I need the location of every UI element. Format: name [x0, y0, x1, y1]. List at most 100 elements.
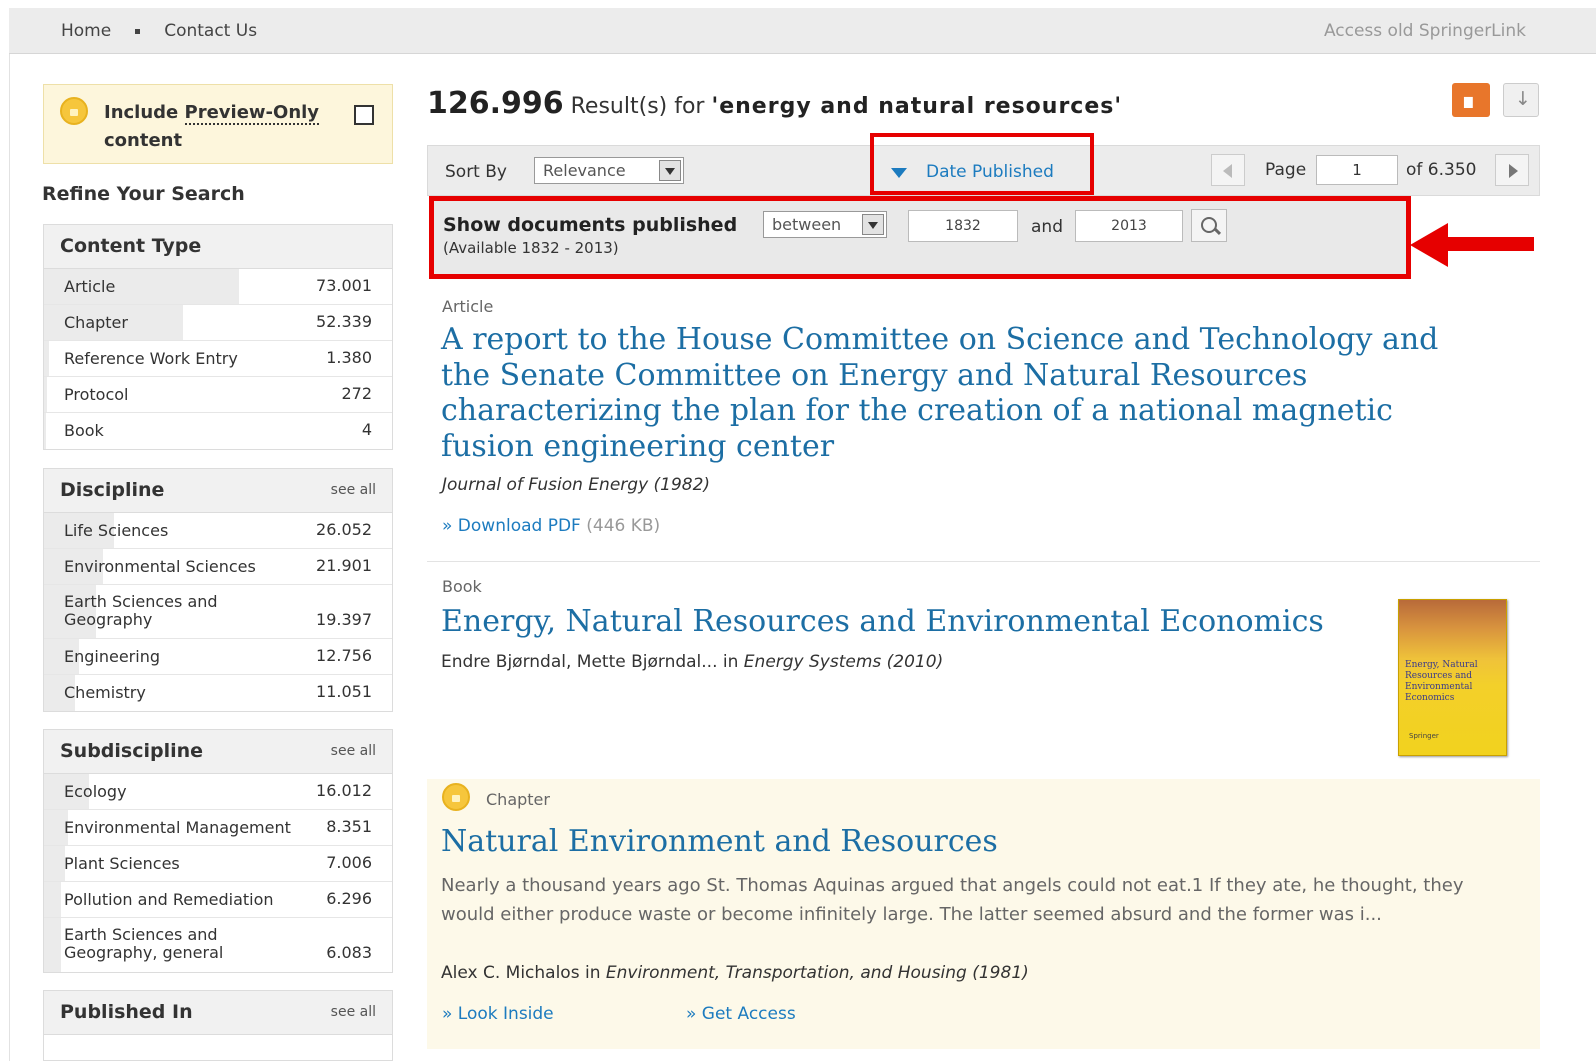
facet-row[interactable]: Plant Sciences 7.006 [44, 846, 392, 882]
refine-search-heading: Refine Your Search [42, 183, 245, 205]
facet-header: Subdiscipline see all [44, 730, 392, 774]
chevron-down-icon [862, 214, 884, 235]
facet-row[interactable]: Article 73.001 [44, 269, 392, 305]
result-type: Book [442, 577, 482, 596]
lock-icon [60, 97, 88, 125]
search-icon[interactable] [1191, 209, 1227, 242]
previous-page-button[interactable] [1211, 154, 1245, 186]
facet-count: 6.296 [326, 889, 372, 908]
facet-row[interactable]: Earth Sciences and Geography 19.397 [44, 585, 392, 639]
facet-label: Reference Work Entry [64, 349, 238, 368]
facet-share-bar [44, 413, 46, 449]
facet-title: Published In [60, 1001, 193, 1023]
result-title-link[interactable]: Natural Environment and Resources [441, 824, 1391, 860]
result-separator [427, 561, 1540, 562]
facet-count: 73.001 [316, 276, 372, 295]
facet-row[interactable]: Engineering 12.756 [44, 639, 392, 675]
chevron-down-icon [659, 160, 681, 181]
start-year-input[interactable]: 1832 [908, 210, 1018, 242]
facet-title: Content Type [60, 235, 202, 257]
facet-rows: Article 73.001 Chapter 52.339 Reference Work… [44, 269, 392, 449]
facet-label: Article [64, 277, 116, 296]
next-page-button[interactable] [1495, 154, 1529, 186]
annotation-arrow [1446, 237, 1534, 251]
page-label: Page [1265, 160, 1307, 180]
facet-row[interactable]: Reference Work Entry 1.380 [44, 341, 392, 377]
facet-count: 1.380 [326, 348, 372, 367]
facet-count: 16.012 [316, 781, 372, 800]
facet-count: 6.083 [326, 943, 372, 962]
facet-row[interactable]: Ecology 16.012 [44, 774, 392, 810]
contact-us-link[interactable]: Contact Us [164, 21, 257, 41]
results-heading: 126.996 Result(s) for 'energy and natura… [427, 86, 1123, 121]
get-access-link[interactable]: » Get Access [686, 1004, 796, 1024]
facet-count: 272 [341, 384, 372, 403]
result-title-link[interactable]: A report to the House Committee on Scien… [441, 322, 1491, 464]
subdiscipline-see-all-link[interactable]: see all [331, 743, 376, 759]
facet-label: Life Sciences [64, 521, 169, 540]
book-cover-image[interactable]: Energy, Natural Resources and Environmen… [1398, 599, 1507, 756]
facet-header: Published In see all [44, 991, 392, 1035]
preview-only-checkbox[interactable] [354, 105, 374, 125]
facet-discipline: Discipline see all Life Sciences 26.052 En… [43, 468, 393, 712]
date-published-toggle[interactable]: Date Published [870, 133, 1094, 195]
published-in-see-all-link[interactable]: see all [331, 1004, 376, 1020]
result-title-link[interactable]: Energy, Natural Resources and Environmen… [441, 604, 1391, 640]
facet-row[interactable]: Chapter 52.339 [44, 305, 392, 341]
sort-by-select[interactable]: Relevance [534, 157, 684, 184]
facet-count: 11.051 [316, 682, 372, 701]
date-mode-select[interactable]: between [763, 211, 887, 238]
access-old-springerlink-link[interactable]: Access old SpringerLink [1324, 21, 1526, 41]
and-label: and [1031, 217, 1063, 237]
facet-label: Chemistry [64, 683, 146, 702]
facet-row[interactable]: Book 4 [44, 413, 392, 449]
result-source: Endre Bjørndal, Mette Bjørndal... in Ene… [441, 652, 944, 672]
look-inside-link[interactable]: » Look Inside [442, 1004, 554, 1024]
preview-only-toggle-box: Include Preview-Only content [43, 84, 393, 164]
facet-label: Environmental Sciences [64, 557, 256, 576]
facet-header: Discipline see all [44, 469, 392, 513]
facet-row[interactable]: Earth Sciences and Geography, general 6.0… [44, 918, 392, 972]
facet-row[interactable]: Chemistry 11.051 [44, 675, 392, 711]
home-link[interactable]: Home [61, 21, 111, 41]
sort-by-label: Sort By [445, 162, 507, 182]
annotation-arrow-head [1410, 223, 1448, 267]
download-results-button[interactable]: ↓ [1503, 83, 1539, 117]
facet-label: Chapter [64, 313, 128, 332]
facet-row[interactable]: Environmental Management 8.351 [44, 810, 392, 846]
facet-row[interactable]: Protocol 272 [44, 377, 392, 413]
results-count: 126.996 [427, 86, 564, 121]
facet-count: 7.006 [326, 853, 372, 872]
facet-count: 4 [361, 420, 372, 439]
triangle-down-icon [891, 168, 907, 178]
facet-content-type: Content Type Article 73.001 Chapter 52.339 R… [43, 224, 393, 450]
facet-row[interactable]: Life Sciences 26.052 [44, 513, 392, 549]
facet-subdiscipline: Subdiscipline see all Ecology 16.012 Envir… [43, 729, 393, 973]
facet-share-bar [44, 377, 47, 412]
facet-row[interactable]: Environmental Sciences 21.901 [44, 549, 392, 585]
facet-label: Protocol [64, 385, 129, 404]
result-snippet: Nearly a thousand years ago St. Thomas A… [441, 875, 1464, 925]
facet-count: 8.351 [326, 817, 372, 836]
facet-row[interactable]: Pollution and Remediation 6.296 [44, 882, 392, 918]
facet-label: Earth Sciences and Geography, general [64, 925, 224, 962]
discipline-see-all-link[interactable]: see all [331, 482, 376, 498]
facet-count: 21.901 [316, 556, 372, 575]
result-type: Article [442, 297, 494, 316]
top-nav-bar: Home Contact Us Access old SpringerLink [9, 8, 1596, 54]
facet-label: Book [64, 421, 104, 440]
result-source: Journal of Fusion Energy (1982) [442, 475, 711, 495]
preview-only-link[interactable]: Preview-Only [184, 102, 320, 125]
result-source: Alex C. Michalos in Environment, Transpo… [441, 963, 1029, 983]
facet-share-bar [44, 846, 65, 881]
page-number-input[interactable]: 1 [1316, 155, 1398, 185]
rss-icon: ∎ [1462, 89, 1475, 113]
rss-feed-button[interactable]: ∎ [1452, 83, 1490, 117]
download-pdf-link[interactable]: » Download PDF (446 KB) [442, 516, 660, 536]
facet-label: Pollution and Remediation [64, 890, 274, 909]
facet-share-bar [44, 918, 61, 972]
date-range-filter: Show documents published (Available 1832… [429, 196, 1411, 279]
search-query: 'energy and natural resources' [711, 94, 1123, 119]
end-year-input[interactable]: 2013 [1075, 210, 1183, 242]
facet-published-in: Published In see all [43, 990, 393, 1061]
